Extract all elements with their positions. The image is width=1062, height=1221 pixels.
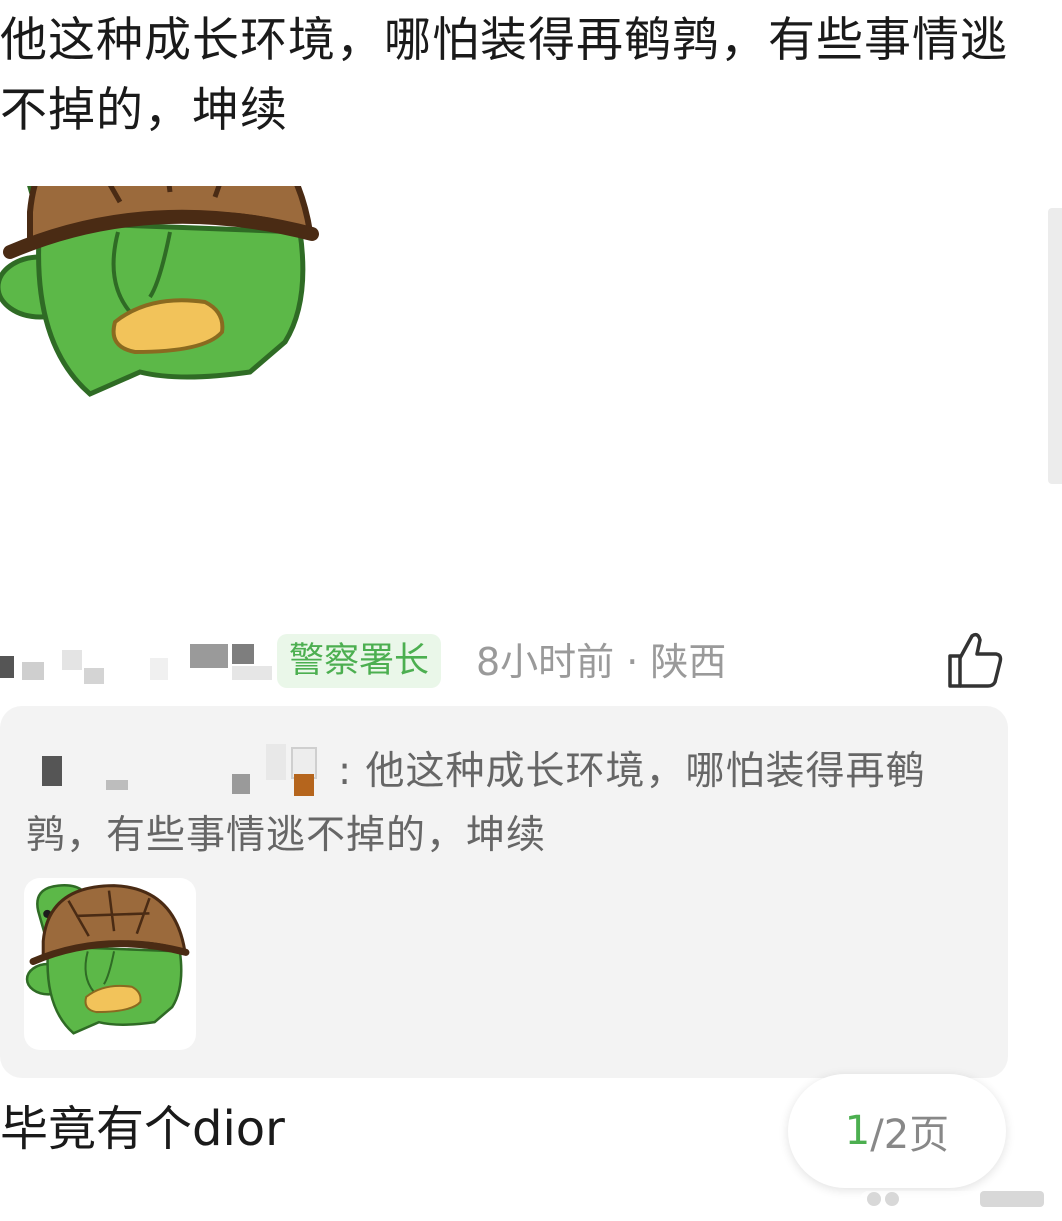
page-current: 1: [844, 1108, 871, 1154]
time-location: 8小时前 · 陕西: [476, 640, 727, 684]
comment-meta: 警察署长 8小时前 · 陕西: [0, 630, 1040, 694]
comment-text: 他这种成长环境，哪怕装得再鹌鹑，有些事情逃不掉的，坤续: [0, 13, 1008, 138]
page-total: /2页: [870, 1112, 950, 1158]
user-badge: 警察署长: [277, 634, 442, 688]
next-comment-text: 毕竟有个dior: [0, 1101, 285, 1157]
watermark-logo: [860, 1191, 1050, 1207]
page-indicator[interactable]: 1 /2页: [788, 1074, 1006, 1188]
quoted-username-blurred: [42, 744, 317, 796]
turtle-sticker[interactable]: [0, 186, 324, 518]
thumbs-up-icon[interactable]: [946, 630, 1004, 690]
turtle-sticker-image: [0, 186, 324, 518]
quoted-reply[interactable]: : 他这种成长环境，哪怕装得再鹌鹑，有些事情逃不掉的，坤续: [0, 706, 1008, 1078]
quoted-turtle-sticker-image: [24, 878, 196, 1050]
quoted-turtle-sticker[interactable]: [24, 878, 196, 1050]
username-blurred[interactable]: [0, 642, 272, 686]
scrollbar[interactable]: [1048, 208, 1062, 484]
